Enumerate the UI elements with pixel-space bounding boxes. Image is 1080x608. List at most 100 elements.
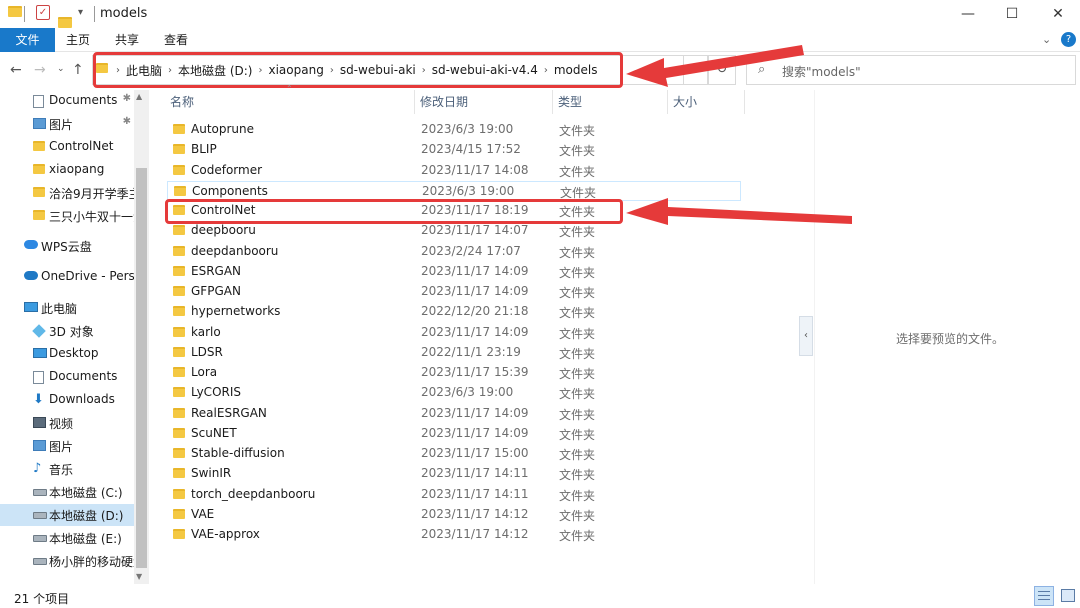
- file-date: 2023/2/24 17:07: [421, 243, 521, 258]
- column-header-date[interactable]: 修改日期: [420, 94, 468, 114]
- table-row[interactable]: ESRGAN 2023/11/17 14:09 文件夹: [167, 262, 741, 282]
- download-icon: ⬇: [33, 392, 44, 407]
- address-dropdown-icon[interactable]: ▾: [684, 55, 708, 85]
- tab-view[interactable]: 查看: [153, 28, 199, 52]
- folder-icon: [8, 6, 22, 17]
- navigation-scrollbar-thumb[interactable]: [136, 168, 147, 568]
- table-row[interactable]: deepdanbooru 2023/2/24 17:07 文件夹: [167, 242, 741, 262]
- minimize-button[interactable]: —: [946, 0, 990, 28]
- sidebar-item-19[interactable]: 杨小胖的移动硬盘: [0, 550, 149, 572]
- table-row[interactable]: Autoprune 2023/6/3 19:00 文件夹: [167, 120, 741, 140]
- forward-arrow-icon[interactable]: →: [34, 62, 46, 78]
- sidebar-item-11[interactable]: Documents: [0, 366, 149, 388]
- file-name: Codeformer: [191, 162, 263, 177]
- file-name: ESRGAN: [191, 263, 242, 278]
- table-row[interactable]: deepbooru 2023/11/17 14:07 文件夹: [167, 221, 741, 241]
- sidebar-item-9[interactable]: 3D 对象: [0, 320, 149, 342]
- scroll-up-icon[interactable]: ▲: [136, 92, 142, 101]
- sidebar-item-label: OneDrive - Perso: [41, 269, 143, 283]
- table-row[interactable]: Stable-diffusion 2023/11/17 15:00 文件夹: [167, 444, 741, 464]
- document-icon: [33, 371, 44, 384]
- refresh-icon[interactable]: ↻: [708, 55, 736, 85]
- sidebar-item-16[interactable]: 本地磁盘 (C:): [0, 481, 149, 503]
- file-name: Lora: [191, 365, 218, 379]
- details-view-icon[interactable]: [1034, 586, 1054, 606]
- table-row[interactable]: Components 2023/6/3 19:00 文件夹: [167, 180, 741, 201]
- tab-home[interactable]: 主页: [55, 28, 101, 52]
- table-row[interactable]: torch_deepdanbooru 2023/11/17 14:11 文件夹: [167, 485, 741, 505]
- preview-collapse-icon[interactable]: ‹: [799, 316, 813, 356]
- sidebar-item-0[interactable]: Documents ✱: [0, 90, 149, 112]
- column-divider[interactable]: [552, 90, 553, 114]
- table-row[interactable]: VAE 2023/11/17 14:12 文件夹: [167, 505, 741, 525]
- maximize-button[interactable]: ☐: [990, 0, 1034, 28]
- new-folder-icon[interactable]: [58, 17, 72, 28]
- column-header-size[interactable]: 大小: [673, 94, 697, 114]
- file-name: Stable-diffusion: [191, 446, 285, 460]
- table-row[interactable]: VAE-approx 2023/11/17 14:12 文件夹: [167, 525, 741, 545]
- sidebar-item-2[interactable]: ControlNet: [0, 136, 149, 158]
- table-row[interactable]: RealESRGAN 2023/11/17 14:09 文件夹: [167, 404, 741, 424]
- back-arrow-icon[interactable]: ←: [10, 62, 22, 78]
- file-name: GFPGAN: [191, 284, 241, 298]
- sidebar-item-8[interactable]: 此电脑: [0, 297, 149, 319]
- table-row[interactable]: BLIP 2023/4/15 17:52 文件夹: [167, 140, 741, 160]
- table-row[interactable]: SwinIR 2023/11/17 14:11 文件夹: [167, 464, 741, 484]
- sidebar-item-13[interactable]: 视频: [0, 412, 149, 434]
- table-row[interactable]: Codeformer 2023/11/17 14:08 文件夹: [167, 161, 741, 181]
- sidebar-item-18[interactable]: 本地磁盘 (E:): [0, 527, 149, 549]
- sidebar-item-1[interactable]: 图片 ✱: [0, 113, 149, 135]
- table-row[interactable]: hypernetworks 2022/12/20 21:18 文件夹: [167, 302, 741, 322]
- scroll-down-icon[interactable]: ▼: [136, 572, 142, 581]
- file-date: 2022/11/1 23:19: [421, 344, 521, 359]
- file-type: 文件夹: [559, 124, 596, 138]
- sidebar-item-15[interactable]: ♪ 音乐: [0, 458, 149, 480]
- folder-icon: [173, 306, 185, 317]
- sidebar-item-label: Downloads: [49, 392, 115, 406]
- recent-locations-chevron-icon[interactable]: ⌄: [57, 64, 65, 74]
- chevron-down-icon[interactable]: ⌄: [1042, 33, 1051, 46]
- help-icon[interactable]: ?: [1061, 32, 1076, 47]
- quick-access-dropdown-icon[interactable]: ▾: [78, 7, 83, 18]
- sidebar-item-10[interactable]: Desktop: [0, 343, 149, 365]
- column-divider[interactable]: [414, 90, 415, 114]
- column-divider[interactable]: [744, 90, 745, 114]
- table-row[interactable]: Lora 2023/11/17 15:39 文件夹: [167, 363, 741, 383]
- table-row[interactable]: karlo 2023/11/17 14:09 文件夹: [167, 323, 741, 343]
- table-row[interactable]: ScuNET 2023/11/17 14:09 文件夹: [167, 424, 741, 444]
- close-button[interactable]: ✕: [1036, 0, 1080, 28]
- sidebar-item-7[interactable]: OneDrive - Perso: [0, 266, 149, 288]
- file-name: VAE-approx: [191, 527, 260, 541]
- divider: [94, 6, 95, 22]
- sidebar-item-4[interactable]: 洽洽9月开学季主: [0, 182, 149, 204]
- column-header-type[interactable]: 类型: [558, 94, 582, 114]
- up-arrow-icon[interactable]: ↑: [72, 62, 84, 78]
- table-row[interactable]: GFPGAN 2023/11/17 14:09 文件夹: [167, 282, 741, 302]
- folder-icon: [173, 225, 185, 236]
- tab-share[interactable]: 共享: [104, 28, 150, 52]
- sidebar-item-12[interactable]: ⬇ Downloads: [0, 389, 149, 411]
- file-type: 文件夹: [559, 407, 596, 422]
- sidebar-item-label: 图片: [49, 118, 74, 132]
- sidebar-item-label: Documents: [49, 369, 118, 383]
- sidebar-item-17[interactable]: 本地磁盘 (D:): [0, 504, 149, 526]
- tab-file[interactable]: 文件: [0, 28, 55, 52]
- pin-icon: ✱: [122, 93, 131, 104]
- table-row[interactable]: LyCORIS 2023/6/3 19:00 文件夹: [167, 383, 741, 403]
- large-icons-view-icon[interactable]: [1058, 586, 1078, 606]
- sidebar-item-3[interactable]: xiaopang: [0, 159, 149, 181]
- column-header-name[interactable]: 名称: [170, 94, 194, 114]
- sidebar-item-label: Documents: [49, 93, 118, 107]
- properties-icon[interactable]: ✓: [36, 5, 50, 20]
- file-date: 2023/11/17 14:08: [421, 162, 529, 177]
- column-divider[interactable]: [667, 90, 668, 114]
- file-type: 文件夹: [559, 225, 596, 240]
- sidebar-item-label: xiaopang: [49, 162, 105, 176]
- file-name: RealESRGAN: [191, 405, 267, 420]
- sidebar-item-6[interactable]: WPS云盘: [0, 235, 149, 257]
- sidebar-item-5[interactable]: 三只小牛双十一活: [0, 205, 149, 227]
- file-date: 2023/11/17 14:09: [421, 425, 529, 440]
- sidebar-item-14[interactable]: 图片: [0, 435, 149, 457]
- ribbon-tabs: 文件 主页 共享 查看 ⌄ ?: [0, 28, 1080, 52]
- table-row[interactable]: LDSR 2022/11/1 23:19 文件夹: [167, 343, 741, 363]
